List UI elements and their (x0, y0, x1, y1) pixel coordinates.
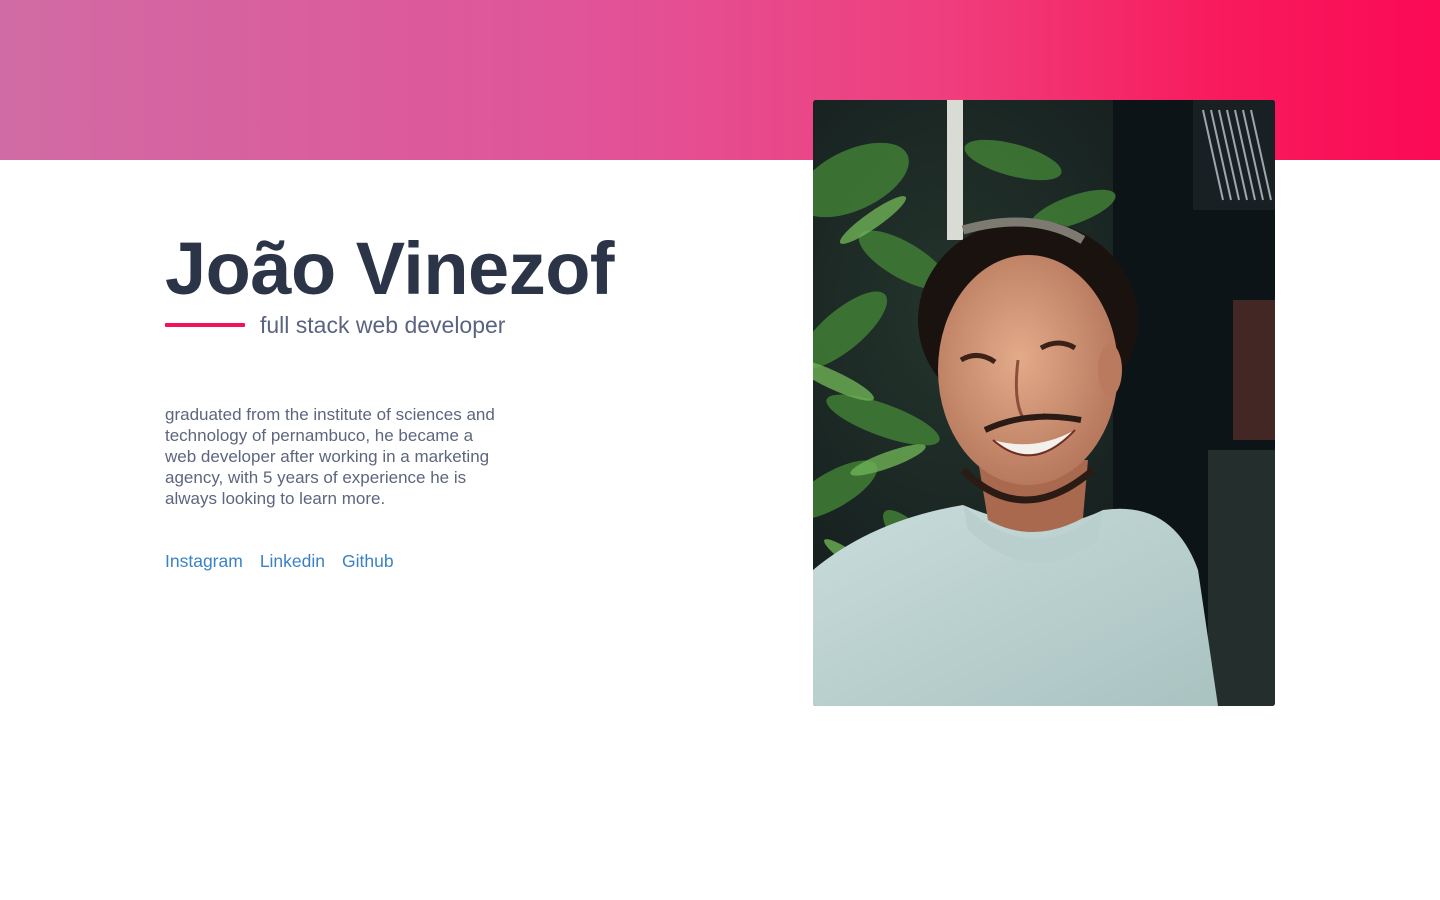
portrait-illustration (813, 100, 1275, 706)
page: João Vinezof full stack web developer gr… (0, 0, 1440, 900)
instagram-link[interactable]: Instagram (165, 551, 243, 572)
github-link[interactable]: Github (342, 551, 394, 572)
profile-role: full stack web developer (260, 311, 506, 338)
accent-divider (165, 323, 245, 327)
profile-name: João Vinezof (165, 227, 615, 310)
portrait-photo (813, 100, 1275, 706)
linkedin-link[interactable]: Linkedin (260, 551, 325, 572)
profile-bio: graduated from the institute of sciences… (165, 405, 495, 508)
social-links: Instagram Linkedin Github (165, 551, 394, 572)
role-row: full stack web developer (165, 312, 725, 338)
intro-section: João Vinezof full stack web developer (165, 226, 725, 338)
